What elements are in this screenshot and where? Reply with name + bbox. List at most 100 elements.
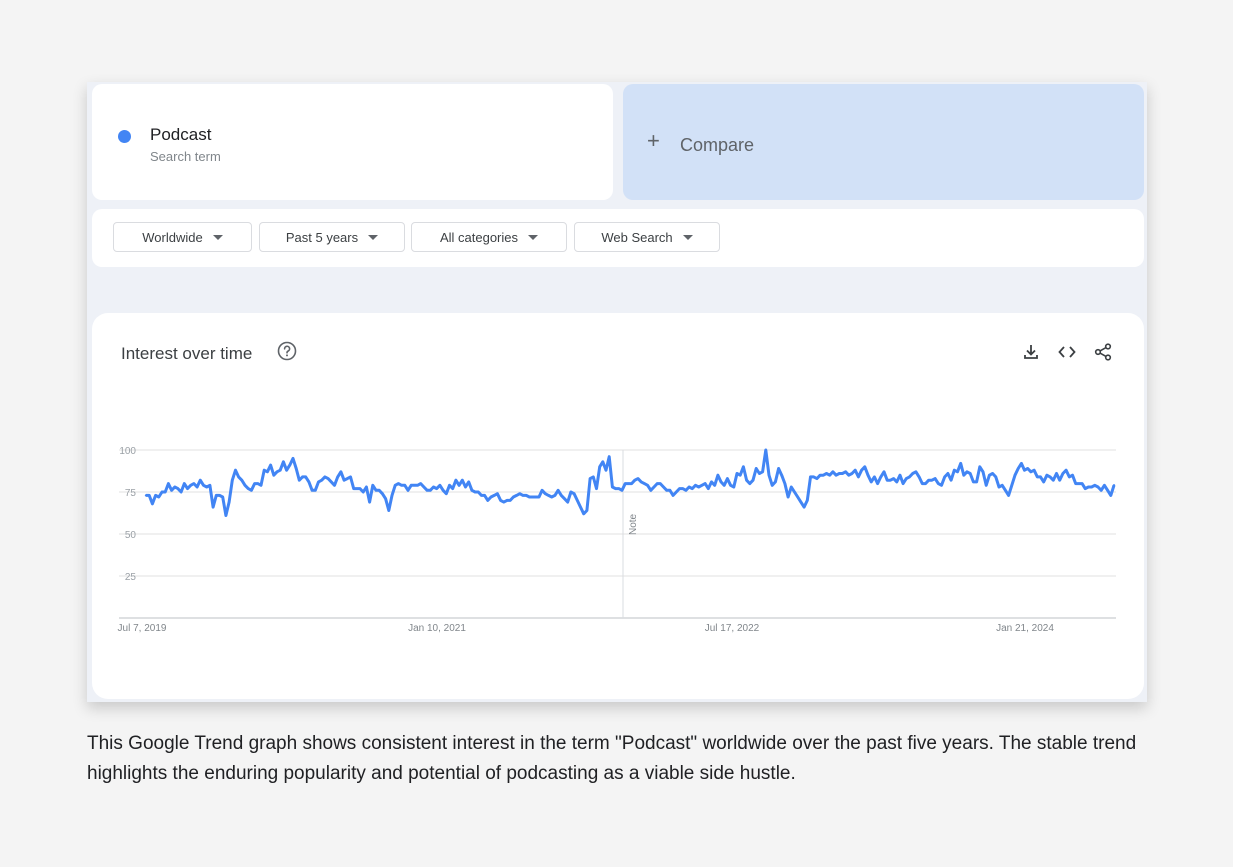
data-point: [774, 480, 777, 484]
data-point: [237, 475, 240, 479]
data-point: [473, 490, 477, 494]
data-point: [486, 499, 489, 502]
period-dropdown[interactable]: Past 5 years: [259, 222, 405, 252]
data-point: [879, 475, 882, 479]
data-point: [857, 475, 860, 479]
x-tick-label: Jul 17, 2022: [705, 623, 760, 634]
data-point: [825, 472, 828, 475]
data-point: [403, 484, 406, 487]
data-point: [1039, 475, 1042, 479]
data-point: [515, 494, 518, 497]
data-point: [553, 494, 557, 497]
data-point: [761, 470, 764, 473]
data-point: [764, 448, 767, 452]
data-point: [719, 480, 723, 484]
data-point: [697, 485, 700, 489]
trends-panel: Podcast Search term + Compare Worldwide …: [87, 82, 1147, 702]
data-point: [834, 474, 838, 477]
data-point: [470, 489, 474, 492]
data-point: [582, 512, 585, 515]
data-point: [371, 484, 374, 487]
data-point: [927, 479, 930, 482]
data-point: [687, 485, 691, 489]
data-point: [978, 465, 981, 468]
data-point: [1048, 475, 1052, 479]
data-point: [665, 489, 668, 492]
data-point: [921, 482, 924, 485]
data-point: [1112, 484, 1116, 487]
data-point: [997, 485, 1001, 489]
data-point: [333, 484, 336, 487]
data-point: [374, 489, 378, 492]
data-point: [438, 484, 442, 487]
data-point: [969, 472, 972, 475]
data-point: [144, 494, 148, 497]
data-point: [314, 489, 317, 492]
data-point: [480, 494, 483, 497]
data-point: [841, 472, 844, 475]
interest-over-time-card: Interest over time 100 75 50 25 Note Jul 7,…: [92, 313, 1144, 699]
region-dropdown[interactable]: Worldwide: [113, 222, 252, 252]
data-point: [1090, 485, 1093, 489]
period-label: Past 5 years: [285, 229, 359, 245]
data-point: [151, 502, 154, 505]
data-point: [815, 477, 819, 480]
data-point: [678, 487, 681, 490]
data-point: [310, 489, 314, 492]
data-point: [1017, 467, 1020, 470]
data-point: [202, 484, 205, 487]
data-point: [886, 479, 889, 482]
data-point: [854, 469, 857, 472]
data-point: [649, 489, 652, 492]
data-point: [317, 480, 320, 484]
data-point: [831, 470, 835, 473]
data-point: [723, 484, 726, 487]
data-point: [771, 484, 774, 487]
data-point: [822, 474, 825, 477]
data-point: [445, 492, 448, 495]
data-point: [154, 494, 157, 497]
data-point: [528, 495, 531, 499]
data-point: [630, 482, 633, 485]
search-term-card[interactable]: Podcast Search term: [92, 84, 613, 200]
data-point: [425, 489, 429, 492]
data-point: [742, 465, 745, 468]
y-tick-label: 25: [125, 572, 137, 583]
note-annotation: Note: [628, 513, 639, 535]
data-point: [1109, 494, 1112, 497]
data-point: [620, 489, 624, 492]
data-point: [307, 480, 311, 484]
data-point: [502, 500, 505, 504]
caption: This Google Trend graph shows consistent…: [87, 733, 1137, 784]
data-point: [496, 492, 499, 495]
data-point: [940, 484, 943, 487]
data-point: [243, 484, 247, 487]
data-point: [410, 484, 413, 487]
data-point: [157, 495, 160, 499]
compare-button[interactable]: + Compare: [623, 84, 1144, 200]
data-point: [560, 494, 563, 497]
data-point: [160, 490, 164, 494]
data-point: [671, 494, 675, 497]
data-point: [218, 494, 221, 497]
category-dropdown[interactable]: All categories: [411, 222, 567, 252]
data-point: [614, 487, 617, 490]
data-point: [601, 460, 604, 463]
data-point: [627, 482, 630, 485]
data-point: [838, 472, 841, 475]
data-point: [323, 475, 327, 479]
data-point: [250, 489, 253, 492]
data-point: [451, 487, 454, 490]
data-point: [263, 469, 266, 472]
data-point: [624, 482, 627, 485]
data-point: [668, 489, 672, 492]
data-point: [889, 479, 892, 482]
data-point: [208, 484, 212, 487]
x-tick-label: Jan 21, 2024: [996, 623, 1054, 634]
data-point: [211, 505, 215, 509]
x-tick-label: Jul 7, 2019: [118, 623, 167, 634]
search-type-dropdown[interactable]: Web Search: [574, 222, 720, 252]
data-point: [419, 482, 422, 485]
data-point: [1061, 472, 1065, 475]
data-point: [755, 467, 758, 470]
